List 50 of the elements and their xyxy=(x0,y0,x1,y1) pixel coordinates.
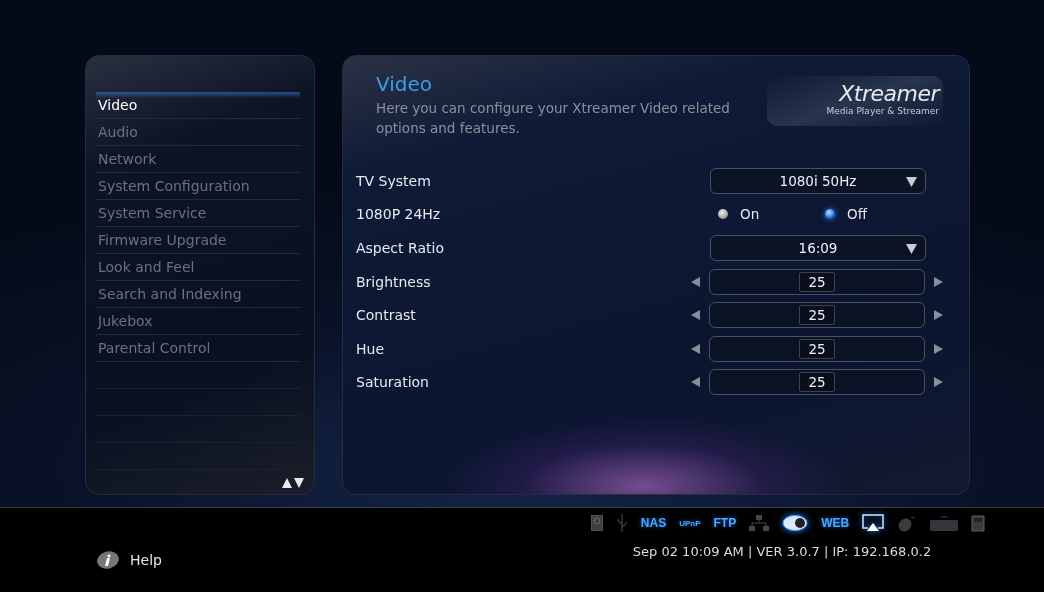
spinner-value: 25 xyxy=(799,338,835,359)
left-arrow-icon[interactable] xyxy=(691,276,700,287)
sidebar-item[interactable]: Parental Control xyxy=(96,335,300,362)
help-button[interactable]: Help xyxy=(96,550,162,570)
dropdown[interactable]: 16:09 xyxy=(710,235,926,261)
spinner-value: 25 xyxy=(799,305,835,326)
service-status-label: WEB xyxy=(821,516,850,530)
right-arrow-icon[interactable] xyxy=(934,310,943,321)
spinner-value: 25 xyxy=(799,271,835,292)
radio-option[interactable]: On xyxy=(712,206,819,223)
sidebar-item[interactable]: Search and Indexing xyxy=(96,281,300,308)
service-status-label: FTP xyxy=(713,516,737,530)
caret-icon xyxy=(906,176,917,187)
sidebar-item[interactable]: Firmware Upgrade xyxy=(96,227,300,254)
sidebar-item[interactable]: Network xyxy=(96,146,300,173)
info-icon xyxy=(96,551,120,569)
panel-title: Video xyxy=(376,72,434,96)
right-arrow-icon[interactable] xyxy=(934,276,943,287)
caret-icon xyxy=(906,244,917,254)
left-arrow-icon[interactable] xyxy=(691,377,700,388)
sidebar-item[interactable]: Video xyxy=(96,92,300,119)
spinner-field[interactable]: 25 xyxy=(709,369,925,396)
status-text: Sep 02 10:09 AM | VER 3.0.7 | IP: 192.168.0.2 xyxy=(632,544,932,559)
sidebar-item[interactable]: Jukebox xyxy=(96,308,300,335)
setting-label: TV System xyxy=(356,172,431,189)
setting-label: 1080P 24Hz xyxy=(356,206,441,223)
left-arrow-icon[interactable] xyxy=(691,343,700,354)
setting-label: Hue xyxy=(356,340,384,357)
setting-label: Contrast xyxy=(356,307,416,324)
spinner-value: 25 xyxy=(799,372,835,393)
sidebar-item[interactable]: Audio xyxy=(96,119,300,146)
panel-description: Here you can configure your Xtreamer Video related options and features. xyxy=(376,99,731,138)
right-arrow-icon[interactable] xyxy=(934,377,943,388)
setting-label: Aspect Ratio xyxy=(356,240,444,256)
spinner-field[interactable]: 25 xyxy=(709,335,925,362)
spinner-field[interactable]: 25 xyxy=(709,302,925,329)
setting-label: Brightness xyxy=(356,273,431,290)
service-status-label: UPnP xyxy=(679,518,701,528)
spinner-field[interactable]: 25 xyxy=(709,268,925,295)
brand-logo: Xtreamer Media Player & Streamer xyxy=(766,76,943,126)
scroll-arrows-icon[interactable] xyxy=(282,478,304,488)
sidebar-item[interactable]: Look and Feel xyxy=(96,254,300,281)
left-arrow-icon[interactable] xyxy=(691,310,700,321)
sidebar-item[interactable]: System Configuration xyxy=(96,173,300,200)
dropdown[interactable]: 1080i 50Hz xyxy=(710,167,926,194)
service-status-label: NAS xyxy=(640,516,667,530)
setting-label: Saturation xyxy=(356,374,429,391)
sidebar-item[interactable]: System Service xyxy=(96,200,300,227)
right-arrow-icon[interactable] xyxy=(934,343,943,354)
radio-option[interactable]: Off xyxy=(819,206,926,223)
